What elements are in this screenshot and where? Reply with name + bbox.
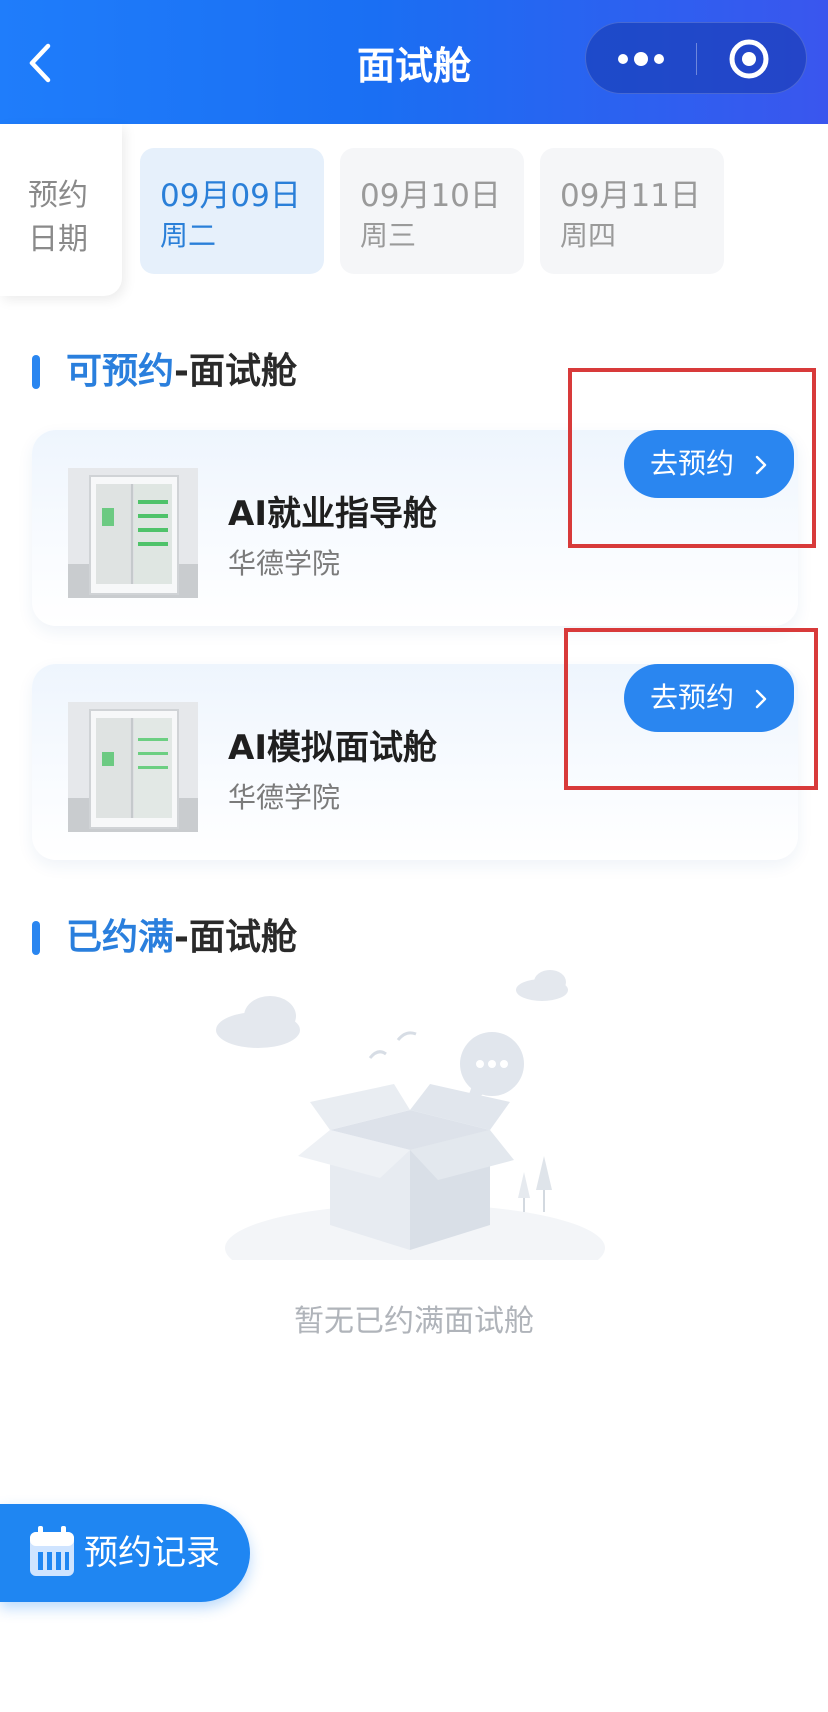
section-bar [32, 355, 40, 389]
date-text: 09月11日 [560, 178, 701, 214]
weekday-text: 周三 [360, 219, 417, 252]
records-calendar-icon [30, 1526, 74, 1576]
section-title-highlight: 可预约 [66, 351, 175, 392]
cabin-name: AI模拟面试舱 [228, 728, 437, 768]
empty-box-illustration [210, 960, 620, 1292]
interview-booth-image-icon [68, 702, 198, 832]
date-text: 09月10日 [360, 178, 501, 214]
more-dots-icon [618, 52, 664, 66]
section-title-highlight: 已约满 [66, 917, 175, 958]
cabin-school: 华德学院 [228, 781, 341, 814]
cabin-thumbnail [68, 468, 198, 598]
date-label-line1: 预约 [28, 178, 88, 213]
booking-records-label: 预约记录 [84, 1533, 220, 1573]
cabin-thumbnail [68, 702, 198, 832]
date-label-line2: 日期 [28, 222, 88, 257]
empty-box-icon [216, 970, 605, 1292]
date-text: 09月09日 [160, 178, 301, 214]
mini-program-capsule [585, 22, 807, 94]
cabin-name: AI就业指导舱 [228, 494, 437, 534]
date-option-0911[interactable]: 09月11日 周四 [540, 148, 724, 274]
booking-records-button[interactable]: 预约记录 [0, 1504, 250, 1602]
cabin-school: 华德学院 [228, 547, 341, 580]
nav-header: 面试舱 [0, 0, 828, 124]
annotation-box [568, 368, 816, 548]
empty-state-text: 暂无已约满面试舱 [294, 1304, 534, 1339]
section-title-rest: -面试舱 [174, 917, 297, 958]
date-label: 预约 日期 [0, 124, 122, 296]
weekday-text: 周二 [160, 219, 217, 252]
section-title-rest: -面试舱 [174, 351, 297, 392]
weekday-text: 周四 [560, 219, 617, 252]
date-option-0909[interactable]: 09月09日 周二 [140, 148, 324, 274]
target-circle-icon [729, 39, 769, 79]
close-miniprogram-button[interactable] [697, 23, 808, 95]
more-button[interactable] [586, 23, 696, 95]
annotation-box [564, 628, 818, 790]
interview-booth-image-icon [68, 468, 198, 598]
section-bar [32, 921, 40, 955]
page: 面试舱 预约 日期 09月09日 周二 09月10日 周三 09月11日 周四 … [0, 0, 828, 1712]
date-option-0910[interactable]: 09月10日 周三 [340, 148, 524, 274]
